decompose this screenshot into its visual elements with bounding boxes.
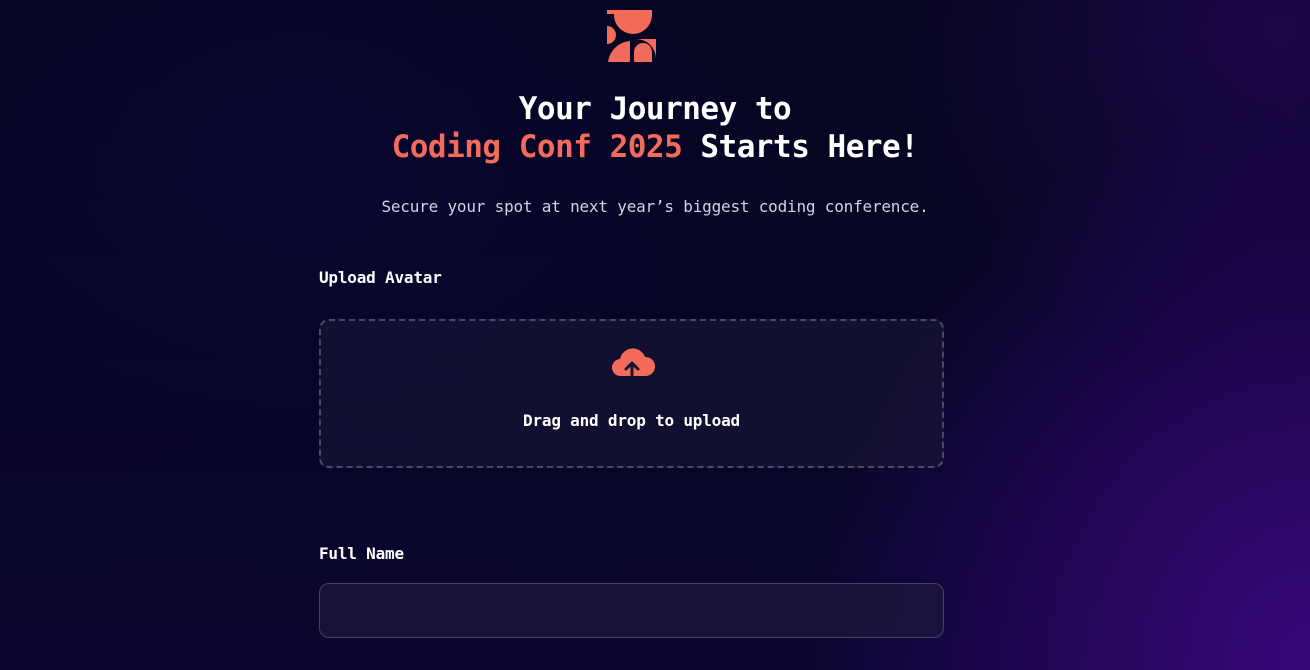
upload-instruction: Drag and drop to upload: [523, 411, 740, 430]
avatar-upload-dropzone[interactable]: Drag and drop to upload: [319, 319, 944, 468]
page-subtitle: Secure your spot at next year’s biggest …: [381, 197, 929, 216]
upload-avatar-label: Upload Avatar: [319, 268, 442, 287]
page-title-accent: Coding Conf 2025: [391, 129, 683, 165]
page-title: Your Journey to Coding Conf 2025 Starts …: [0, 90, 1310, 166]
full-name-input[interactable]: [319, 583, 944, 638]
cloud-upload-icon: [612, 348, 655, 381]
page-title-line-1: Your Journey to: [518, 91, 792, 127]
page-title-line-2: Coding Conf 2025 Starts Here!: [0, 128, 1310, 166]
page-title-rest: Starts Here!: [682, 129, 919, 165]
full-name-label: Full Name: [319, 544, 404, 563]
conference-logo-icon: [607, 10, 656, 62]
